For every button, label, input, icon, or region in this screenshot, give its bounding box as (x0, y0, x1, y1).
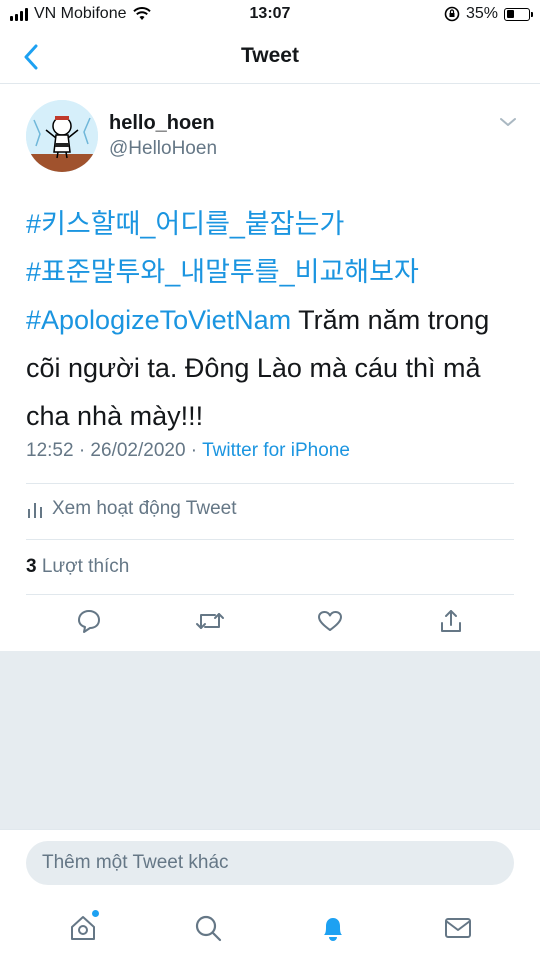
hashtag-link[interactable]: #ApologizeToVietNam (26, 305, 291, 335)
user-display-name[interactable]: hello_hoen (109, 112, 215, 135)
reply-input[interactable]: Thêm một Tweet khác (26, 841, 514, 885)
likes-summary[interactable]: 3 Lượt thích (26, 556, 129, 578)
tweet-line: #ApologizeToVietNam Trăm năm trong (26, 296, 526, 344)
page-title: Tweet (241, 44, 299, 67)
tweet-line: #키스할때_어디를_붙잡는가 (26, 200, 526, 248)
battery-level (506, 10, 514, 18)
orientation-lock-icon (444, 6, 460, 22)
empty-replies-area (0, 651, 540, 829)
home-icon (70, 915, 95, 940)
tab-bar (0, 895, 540, 960)
tweet-body-text: Trăm năm trong (291, 305, 490, 335)
tab-home[interactable] (63, 908, 103, 948)
reply-button[interactable] (74, 606, 104, 636)
tab-search[interactable] (188, 908, 228, 948)
new-content-dot (91, 909, 99, 917)
view-activity-button[interactable]: Xem hoạt động Tweet (26, 498, 237, 520)
tweet-metadata: 12:52 · 26/02/2020 · Twitter for iPhone (26, 440, 350, 462)
status-bar: VN Mobifone 13:07 35% (0, 0, 540, 30)
share-button[interactable] (436, 606, 466, 636)
likes-label: Lượt thích (36, 556, 130, 577)
reply-bar: Thêm một Tweet khác (0, 829, 540, 895)
tweet-timestamp: 12:52 · 26/02/2020 · (26, 440, 203, 461)
chevron-down-icon (500, 118, 516, 126)
user-handle[interactable]: @HelloHoen (109, 138, 217, 160)
heart-icon (318, 611, 343, 631)
view-activity-label: Xem hoạt động Tweet (52, 498, 237, 519)
hashtag-link[interactable]: #키스할때_어디를_붙잡는가 (26, 209, 344, 239)
likes-count: 3 (26, 556, 37, 577)
more-options-button[interactable] (496, 112, 520, 132)
divider (26, 483, 514, 484)
avatar-image (26, 100, 98, 172)
hashtag-link[interactable]: #표준말투와_내말투를_비교해보자 (26, 257, 419, 287)
tweet-text: #키스할때_어디를_붙잡는가 #표준말투와_내말투를_비교해보자 #Apolog… (26, 200, 526, 440)
battery-percent: 35% (465, 5, 498, 22)
retweet-button[interactable] (195, 606, 225, 636)
tweet-line: #표준말투와_내말투를_비교해보자 (26, 248, 526, 296)
bell-icon (323, 917, 342, 941)
bar-chart-icon (28, 503, 42, 518)
retweet-icon (195, 613, 224, 629)
battery-icon (504, 7, 533, 21)
tweet-line: cha nhà mày!!! (26, 392, 526, 440)
comment-icon (78, 610, 100, 633)
tweet-source-link[interactable]: Twitter for iPhone (202, 440, 350, 461)
nav-bar: Tweet (0, 30, 540, 84)
tab-notifications[interactable] (313, 908, 353, 948)
tab-messages[interactable] (438, 908, 478, 948)
mail-icon (444, 917, 471, 938)
search-icon (195, 915, 221, 941)
divider (26, 594, 514, 595)
like-button[interactable] (315, 606, 345, 636)
tweet-body-text: cha nhà mày!!! (26, 401, 204, 431)
divider (26, 539, 514, 540)
reply-placeholder: Thêm một Tweet khác (42, 852, 229, 873)
avatar[interactable] (26, 100, 98, 172)
tweet-line: cõi người ta. Đông Lào mà cáu thì mả (26, 344, 526, 392)
status-bar-right: 35% (444, 5, 533, 23)
share-icon (440, 610, 461, 632)
tweet-body-text: cõi người ta. Đông Lào mà cáu thì mả (26, 353, 481, 383)
tweet-actions (26, 606, 514, 642)
